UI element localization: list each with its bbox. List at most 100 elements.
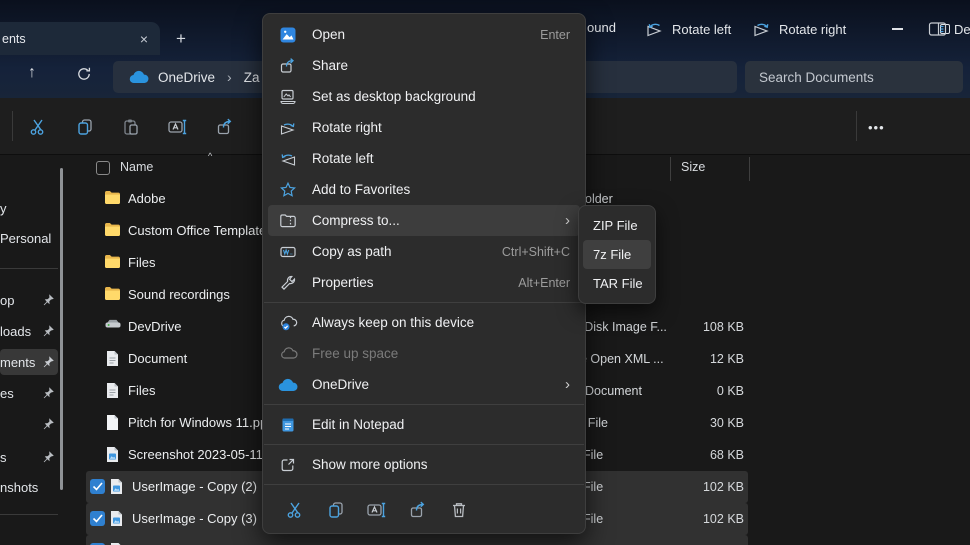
toolbar-divider xyxy=(856,111,857,141)
menu-item-properties[interactable]: Properties Alt+Enter xyxy=(268,267,580,298)
pin-icon xyxy=(42,450,55,463)
rename-button[interactable] xyxy=(365,498,389,522)
search-input[interactable]: Search Documents xyxy=(745,61,963,93)
navigation-pane: y Personal op loads ments es s nshots xyxy=(0,155,66,545)
document-icon xyxy=(104,350,120,367)
folder-icon xyxy=(104,190,121,205)
pin-icon xyxy=(42,355,55,368)
submenu-item-zip[interactable]: ZIP File xyxy=(583,211,651,240)
row-checkbox-checked[interactable] xyxy=(90,479,105,494)
drive-icon xyxy=(104,318,122,333)
toolbar-divider xyxy=(12,111,13,141)
sidebar-item-videos[interactable]: s xyxy=(0,444,58,470)
sidebar-item-onedrive-personal[interactable]: Personal xyxy=(0,225,58,251)
rotate-right-icon xyxy=(278,118,298,138)
copy-icon xyxy=(326,500,346,520)
share-icon xyxy=(278,56,298,76)
share-icon xyxy=(408,500,428,520)
breadcrumb-user[interactable]: Za xyxy=(244,70,260,85)
menu-item-open[interactable]: Open Enter xyxy=(268,19,580,50)
tab-title: ents xyxy=(2,32,26,46)
menu-item-onedrive[interactable]: OneDrive › xyxy=(268,369,580,400)
select-all-checkbox[interactable] xyxy=(96,161,110,175)
sidebar-divider xyxy=(0,268,58,269)
file-row-partial[interactable] xyxy=(86,535,748,545)
breadcrumb-chevron: › xyxy=(227,69,232,85)
menu-item-rotate-left[interactable]: Rotate left xyxy=(268,143,580,174)
cut-button[interactable] xyxy=(26,115,50,139)
desktop-background-icon xyxy=(278,87,298,107)
refresh-button[interactable] xyxy=(76,66,92,82)
minimize-button[interactable] xyxy=(880,20,914,38)
menu-item-free-up-space[interactable]: Free up space xyxy=(268,338,580,369)
sidebar-item-desktop[interactable]: op xyxy=(0,287,58,313)
file-explorer-window: ents × + ↑ OneDrive › Za Search Document… xyxy=(0,0,970,545)
rotate-left-icon xyxy=(278,149,298,169)
sidebar-scrollbar[interactable] xyxy=(60,168,63,490)
column-header-name[interactable]: Name xyxy=(120,160,153,174)
refresh-icon xyxy=(76,66,92,82)
rotate-left-icon xyxy=(645,20,665,38)
onedrive-icon xyxy=(278,375,298,395)
submenu-chevron-icon: › xyxy=(565,212,570,229)
cut-button[interactable] xyxy=(283,498,307,522)
sort-ascending-icon: ^ xyxy=(208,151,212,161)
menu-separator xyxy=(264,302,584,303)
check-icon xyxy=(92,513,104,524)
share-button[interactable] xyxy=(213,115,237,139)
paste-icon xyxy=(121,117,141,137)
see-more-button[interactable]: ••• xyxy=(868,120,885,135)
menu-item-edit-in-notepad[interactable]: Edit in Notepad xyxy=(268,409,580,440)
menu-item-share[interactable]: Share xyxy=(268,50,580,81)
sidebar-item-pictures[interactable]: es xyxy=(0,380,58,406)
folder-icon xyxy=(104,222,121,237)
rotate-right-button[interactable]: Rotate right xyxy=(752,17,846,41)
tab-close-icon[interactable]: × xyxy=(140,31,148,47)
sidebar-item-music[interactable] xyxy=(0,411,58,437)
paste-button[interactable] xyxy=(119,115,143,139)
delete-button[interactable] xyxy=(447,498,471,522)
sidebar-item-downloads[interactable]: loads xyxy=(0,318,58,344)
nav-up-button[interactable]: ↑ xyxy=(28,64,36,82)
menu-item-copy-as-path[interactable]: Copy as path Ctrl+Shift+C xyxy=(268,236,580,267)
menu-item-rotate-right[interactable]: Rotate right xyxy=(268,112,580,143)
breadcrumb-onedrive[interactable]: OneDrive xyxy=(158,70,215,85)
menu-separator xyxy=(264,484,584,485)
favorites-star-icon xyxy=(278,180,298,200)
toolbar-background-fragment[interactable]: ound xyxy=(587,20,616,35)
copy-icon xyxy=(75,117,95,137)
menu-item-compress-to[interactable]: Compress to... › xyxy=(268,205,580,236)
delete-icon xyxy=(449,500,469,520)
new-tab-button[interactable]: + xyxy=(170,28,192,50)
sidebar-divider xyxy=(0,514,58,515)
rotate-left-button[interactable]: Rotate left xyxy=(645,17,731,41)
row-checkbox-checked[interactable] xyxy=(90,511,105,526)
notepad-icon xyxy=(278,415,298,435)
pin-icon xyxy=(42,417,55,430)
sidebar-item-documents[interactable]: ments xyxy=(0,349,58,375)
cloud-icon xyxy=(278,344,298,364)
details-button[interactable]: Det xyxy=(928,17,970,41)
share-button[interactable] xyxy=(406,498,430,522)
copy-path-icon xyxy=(278,242,298,262)
rename-icon xyxy=(167,117,189,137)
copy-button[interactable] xyxy=(73,115,97,139)
menu-item-always-keep-on-device[interactable]: Always keep on this device xyxy=(268,307,580,338)
open-icon xyxy=(278,25,298,45)
rename-icon xyxy=(366,500,388,520)
menu-item-show-more-options[interactable]: Show more options xyxy=(268,449,580,480)
explorer-tab-documents[interactable]: ents × xyxy=(0,22,160,55)
column-divider[interactable] xyxy=(670,157,671,181)
column-header-size[interactable]: Size xyxy=(681,160,705,174)
submenu-item-7z[interactable]: 7z File xyxy=(583,240,651,269)
menu-item-set-desktop-background[interactable]: Set as desktop background xyxy=(268,81,580,112)
rename-button[interactable] xyxy=(166,115,190,139)
column-divider[interactable] xyxy=(749,157,750,181)
sidebar-item-gallery[interactable]: y xyxy=(0,195,58,221)
menu-item-add-to-favorites[interactable]: Add to Favorites xyxy=(268,174,580,205)
sidebar-item-screenshots[interactable]: nshots xyxy=(0,474,58,500)
submenu-item-tar[interactable]: TAR File xyxy=(583,269,651,298)
copy-button[interactable] xyxy=(324,498,348,522)
image-file-icon xyxy=(108,478,124,495)
search-placeholder: Search Documents xyxy=(759,70,874,85)
